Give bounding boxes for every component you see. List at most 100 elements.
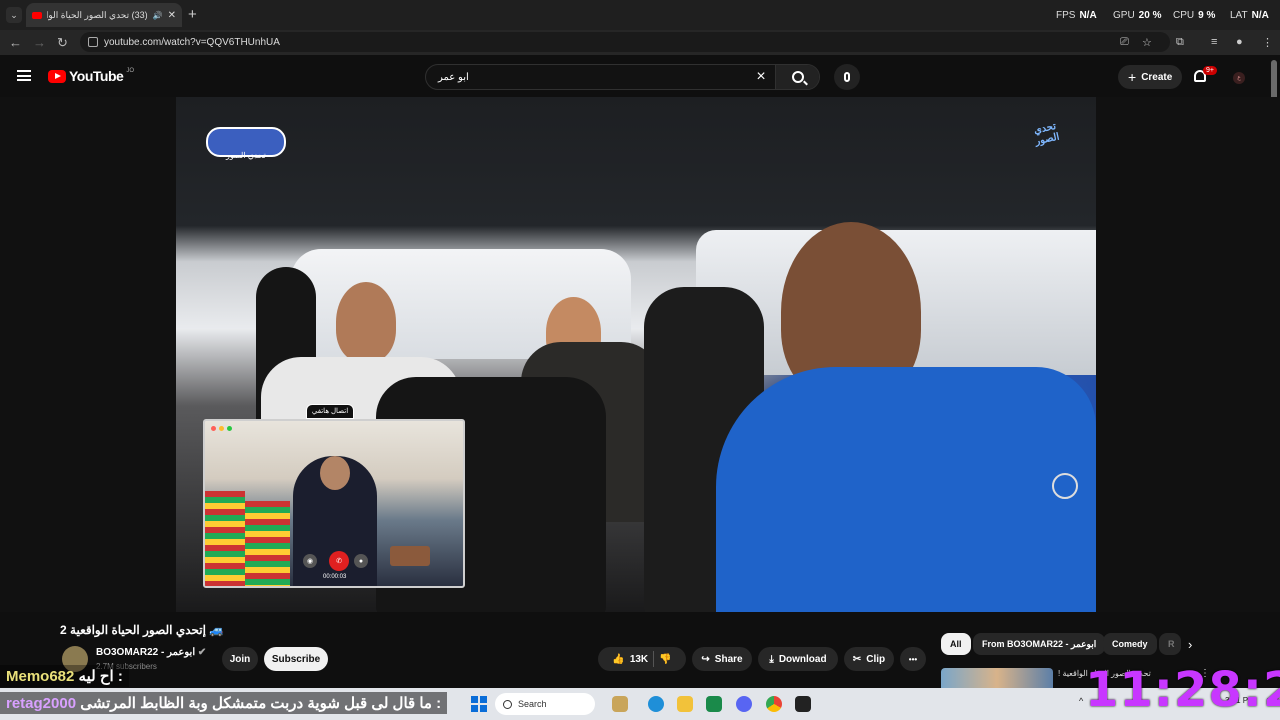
tab-search-icon[interactable]: ⌄ (6, 7, 22, 23)
edge-icon[interactable] (648, 696, 664, 712)
logo-left-text: تحدي الصور (226, 151, 266, 160)
stream-clock: 11:28:27 (1085, 662, 1280, 718)
close-dot-icon (211, 426, 216, 431)
url-field[interactable]: youtube.com/watch?v=QQV6THUnhUA (80, 32, 1170, 52)
share-label: Share (714, 653, 743, 665)
chrome-icon[interactable] (766, 696, 782, 712)
xbox-icon[interactable] (706, 696, 722, 712)
menu-kebab-icon[interactable]: ⋮ (1262, 36, 1273, 49)
perf-lat: LAT N/A (1230, 10, 1269, 21)
verified-icon: ✔ (197, 647, 207, 658)
back-icon[interactable]: ← (9, 35, 22, 50)
maximize-dot-icon (227, 426, 232, 431)
join-button[interactable]: Join (222, 647, 258, 671)
country-code: JO (126, 68, 134, 74)
minimize-dot-icon (219, 426, 224, 431)
chevron-right-icon[interactable]: › (1188, 637, 1192, 652)
cast-icon[interactable]: ⎚ (1120, 36, 1129, 49)
browser-tab-bar: ⌄ (33) تحدي الصور الحياة الواق... 🔊 ✕ + … (0, 0, 1280, 30)
browser-tab[interactable]: (33) تحدي الصور الحياة الواق... 🔊 ✕ (26, 3, 182, 27)
hamburger-menu-icon[interactable] (17, 70, 31, 81)
hangup-icon: ✆ (329, 551, 349, 571)
share-button[interactable]: ↪ Share (692, 647, 752, 671)
voice-search-button[interactable] (834, 64, 860, 90)
close-tab-icon[interactable]: ✕ (168, 10, 176, 21)
forward-icon[interactable]: → (33, 35, 46, 50)
watermark-logo (1052, 473, 1078, 499)
more-actions-button[interactable]: ••• (900, 647, 926, 671)
perf-cpu: CPU 9 % (1173, 10, 1216, 21)
discord-icon[interactable] (736, 696, 752, 712)
chip-comedy[interactable]: Comedy (1103, 633, 1157, 655)
plus-icon: + (1128, 69, 1137, 85)
profile-icon[interactable]: ● (1236, 36, 1243, 48)
youtube-wordmark: YouTube (69, 68, 124, 84)
youtube-favicon-icon (32, 11, 42, 19)
reading-list-icon[interactable]: ≡ (1211, 36, 1217, 48)
bookmark-star-icon[interactable]: ☆ (1142, 36, 1152, 49)
taskbar-search-icon (503, 699, 512, 709)
caller-head (320, 456, 350, 490)
share-icon: ↪ (701, 653, 710, 665)
like-dislike-group: 👍 13K 👎 (598, 647, 686, 671)
chat-message-retag: retag2000 ما قال لى قبل شوية دربت متمشكل… (0, 692, 448, 714)
chat-username-memo: Memo682 (6, 668, 75, 685)
account-avatar[interactable]: ع (1233, 72, 1245, 84)
mic-mute-icon: ● (354, 554, 368, 568)
subscribe-button[interactable]: Subscribe (264, 647, 328, 671)
chat-text-memo: اح ليه : (78, 668, 123, 685)
phone-call-window: ◉ ✆ ● 00:00:03 (203, 419, 465, 588)
youtube-header: YouTube JO ابو عمر × + Create 9+ ع (0, 55, 1280, 97)
channel-name-text: BO3OMAR22 - ابوعمر (96, 647, 196, 658)
thumbs-up-icon[interactable]: 👍 (612, 654, 624, 665)
youtube-logo[interactable]: YouTube JO (48, 68, 134, 84)
divider (653, 651, 655, 667)
terminal-icon[interactable] (795, 696, 811, 712)
create-button[interactable]: + Create (1118, 65, 1183, 89)
address-bar-row: ← → ↻ youtube.com/watch?v=QQV6THUnhUA ⎚ … (0, 30, 1280, 55)
channel-name[interactable]: BO3OMAR22 - ابوعمر ✔ (96, 647, 206, 658)
search-input[interactable]: ابو عمر (426, 72, 747, 83)
tray-chevron-icon[interactable]: ^ (1079, 696, 1083, 706)
store-shelf-left (205, 491, 245, 586)
camera-icon: ◉ (303, 554, 317, 568)
passenger-back-left (336, 282, 396, 362)
search-box: ابو عمر × (425, 64, 820, 90)
chip-more[interactable]: R (1159, 633, 1181, 655)
search-button[interactable] (775, 65, 819, 89)
driver-blue-shirt (716, 367, 1096, 612)
search-icon (791, 71, 804, 83)
mic-icon (844, 72, 850, 82)
taskbar-search-label: Search (518, 699, 547, 709)
like-count[interactable]: 13K (630, 654, 648, 665)
thumbs-down-icon[interactable]: 👎 (659, 654, 671, 665)
youtube-play-icon (48, 69, 66, 83)
logo-right-text: تحدي الصور (1032, 121, 1061, 148)
counter-box (390, 546, 430, 566)
taskbar-search[interactable]: Search (495, 693, 595, 715)
create-label: Create (1141, 71, 1173, 83)
video-title: 🚙 إتحدي الصور الحياة الواقعية 2 (60, 623, 224, 637)
chip-from-channel[interactable]: From BO3OMAR22 - ابوعمر (973, 633, 1106, 655)
windows-start-icon[interactable] (471, 696, 487, 712)
new-tab-button[interactable]: + (188, 6, 197, 23)
widgets-icon[interactable] (612, 696, 628, 712)
recommended-thumbnail[interactable] (941, 668, 1053, 688)
video-title-text: إتحدي الصور الحياة الواقعية 2 (60, 623, 206, 637)
perf-fps: FPS N/A (1056, 10, 1097, 21)
perf-gpu: GPU 20 % (1113, 10, 1162, 21)
extensions-icon[interactable]: ⧉ (1176, 36, 1184, 49)
speaker-icon: 🔊 (152, 10, 163, 20)
reload-icon[interactable]: ↻ (57, 35, 68, 51)
download-label: Download (778, 653, 827, 665)
clip-button[interactable]: ✂ Clip (844, 647, 894, 671)
notification-badge: 9+ (1203, 66, 1217, 75)
file-explorer-icon[interactable] (677, 696, 693, 712)
scissors-icon: ✂ (852, 653, 862, 665)
download-icon: ⤓ (769, 653, 774, 665)
site-info-icon[interactable] (88, 37, 98, 47)
window-controls (211, 426, 232, 431)
clear-search-icon[interactable]: × (747, 68, 775, 86)
chip-all[interactable]: All (941, 633, 971, 655)
download-button[interactable]: ⤓ Download (758, 647, 838, 671)
